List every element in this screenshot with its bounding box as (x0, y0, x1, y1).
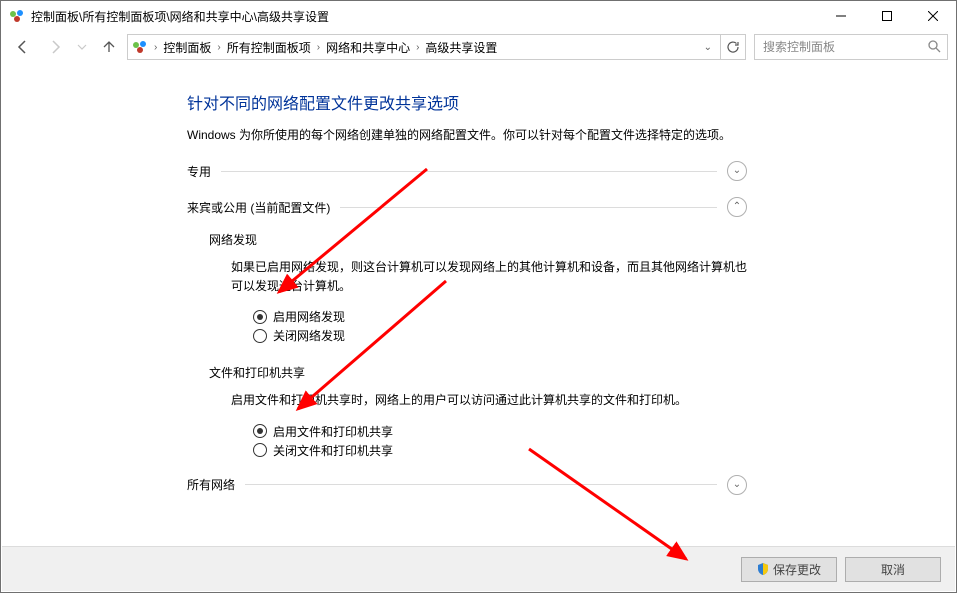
radio-icon (253, 329, 267, 343)
maximize-button[interactable] (864, 1, 910, 31)
radio-icon (253, 424, 267, 438)
section-allnetworks-label: 所有网络 (187, 476, 235, 493)
minimize-button[interactable] (818, 1, 864, 31)
addressbar[interactable]: › 控制面板 › 所有控制面板项 › 网络和共享中心 › 高级共享设置 ⌄ (127, 34, 721, 60)
radio-fileshare-off[interactable]: 关闭文件和打印机共享 (253, 442, 747, 459)
breadcrumb[interactable]: 高级共享设置 (421, 39, 501, 56)
window: 控制面板\所有控制面板项\网络和共享中心\高级共享设置 › 控制面板 › 所有控… (0, 0, 957, 593)
network-discovery-title: 网络发现 (209, 231, 747, 248)
section-allnetworks-header[interactable]: 所有网络 ⌄ (187, 475, 747, 495)
file-sharing-desc: 启用文件和打印机共享时，网络上的用户可以访问通过此计算机共享的文件和打印机。 (231, 391, 747, 410)
refresh-button[interactable] (721, 34, 746, 60)
window-controls (818, 1, 956, 31)
chevron-right-icon: › (154, 42, 157, 53)
save-button[interactable]: 保存更改 (741, 557, 837, 582)
addressbar-dropdown[interactable]: ⌄ (700, 42, 716, 53)
radio-discovery-off[interactable]: 关闭网络发现 (253, 327, 747, 344)
control-panel-icon (132, 39, 148, 55)
window-title: 控制面板\所有控制面板项\网络和共享中心\高级共享设置 (31, 8, 818, 25)
section-guest-header[interactable]: 来宾或公用 (当前配置文件) ⌃ (187, 197, 747, 217)
footer: 保存更改 取消 (2, 546, 955, 591)
shield-icon (757, 563, 769, 575)
navbar: › 控制面板 › 所有控制面板项 › 网络和共享中心 › 高级共享设置 ⌄ (1, 31, 956, 67)
file-sharing-title: 文件和打印机共享 (209, 364, 747, 381)
up-button[interactable] (95, 33, 123, 61)
search-field[interactable] (761, 39, 927, 55)
cancel-button[interactable]: 取消 (845, 557, 941, 582)
control-panel-icon (9, 8, 25, 24)
radio-icon (253, 443, 267, 457)
chevron-up-icon: ⌃ (727, 197, 747, 217)
back-button[interactable] (9, 33, 37, 61)
titlebar: 控制面板\所有控制面板项\网络和共享中心\高级共享设置 (1, 1, 956, 31)
close-button[interactable] (910, 1, 956, 31)
radio-icon (253, 310, 267, 324)
search-input[interactable] (754, 34, 948, 60)
recent-dropdown[interactable] (73, 33, 91, 61)
section-guest-label: 来宾或公用 (当前配置文件) (187, 199, 330, 216)
section-private-header[interactable]: 专用 ⌄ (187, 161, 747, 181)
content-area: 针对不同的网络配置文件更改共享选项 Windows 为你所使用的每个网络创建单独… (2, 68, 955, 546)
chevron-right-icon: › (317, 42, 320, 53)
page-title: 针对不同的网络配置文件更改共享选项 (187, 90, 747, 114)
forward-button[interactable] (41, 33, 69, 61)
breadcrumb[interactable]: 网络和共享中心 (322, 39, 414, 56)
breadcrumb[interactable]: 所有控制面板项 (223, 39, 315, 56)
chevron-right-icon: › (217, 42, 220, 53)
search-icon (927, 39, 941, 56)
breadcrumb[interactable]: 控制面板 (159, 39, 215, 56)
chevron-down-icon: ⌄ (727, 161, 747, 181)
chevron-down-icon: ⌄ (727, 475, 747, 495)
page-description: Windows 为你所使用的每个网络创建单独的网络配置文件。你可以针对每个配置文… (187, 126, 747, 143)
network-discovery-desc: 如果已启用网络发现，则这台计算机可以发现网络上的其他计算机和设备，而且其他网络计… (231, 258, 747, 296)
radio-discovery-on[interactable]: 启用网络发现 (253, 308, 747, 325)
radio-fileshare-on[interactable]: 启用文件和打印机共享 (253, 423, 747, 440)
chevron-right-icon: › (416, 42, 419, 53)
section-private-label: 专用 (187, 163, 211, 180)
